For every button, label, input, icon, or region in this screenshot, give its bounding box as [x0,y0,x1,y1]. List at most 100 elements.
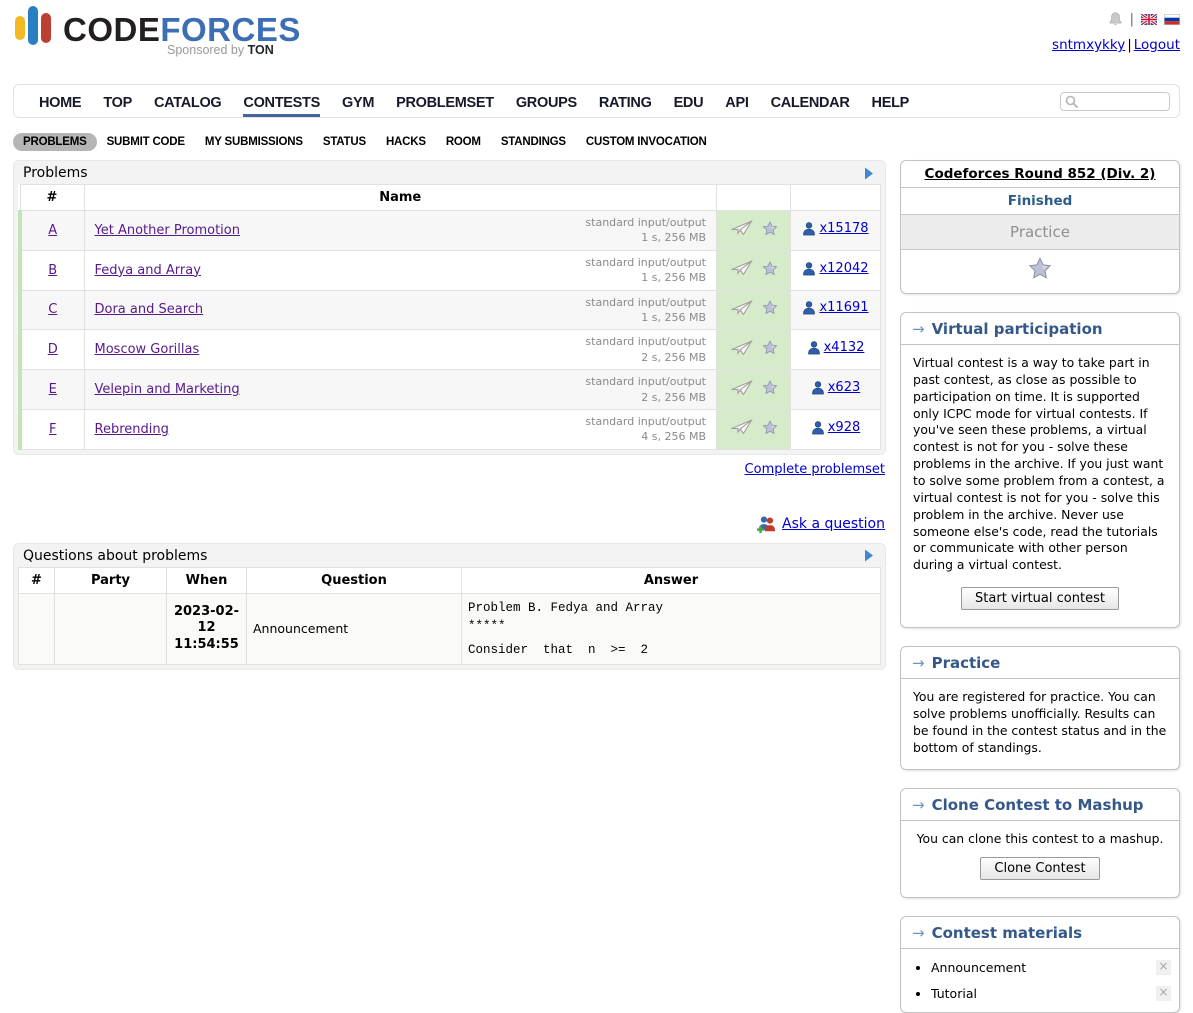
problem-name-link[interactable]: Fedya and Array [95,263,201,278]
solved-count-link[interactable]: x928 [811,420,861,435]
answer-line: ***** [468,617,874,635]
problems-expand-arrow-icon[interactable] [864,167,874,180]
codeforces-logo[interactable]: CODEFORCES Sponsored by TON [15,6,301,57]
start-virtual-contest-button[interactable]: Start virtual contest [961,587,1119,610]
problem-index-cell: B [20,250,84,290]
problems-col-actions [717,185,791,211]
solved-count-link[interactable]: x623 [811,380,861,395]
favorite-star-icon[interactable] [762,221,778,236]
problem-name-link[interactable]: Moscow Gorillas [95,342,200,357]
search-box[interactable] [1060,92,1170,111]
clone-mashup-text: You can clone this contest to a mashup. [917,831,1164,846]
problem-index-link[interactable]: F [49,422,56,437]
problem-row-e: E Velepin and Marketingstandard input/out… [20,370,881,410]
problem-solved-cell: x12042 [791,250,881,290]
site-header: CODEFORCES Sponsored by TON | sntmxykky|… [13,6,1180,80]
problem-index-link[interactable]: B [48,263,57,278]
material-label[interactable]: Tutorial [931,986,977,1001]
nav-item-contests[interactable]: CONTESTS [232,88,331,115]
contest-nav-item-my-submissions[interactable]: MY SUBMISSIONS [195,133,313,151]
favorite-star-icon[interactable] [762,420,778,435]
problem-index-link[interactable]: E [49,382,57,397]
solved-count-link[interactable]: x4132 [807,340,865,355]
solver-person-icon [811,420,825,435]
problem-name-link[interactable]: Velepin and Marketing [95,382,240,397]
close-icon[interactable]: × [1156,960,1171,975]
contest-nav-item-custom-invocation[interactable]: CUSTOM INVOCATION [576,133,717,151]
nav-item-catalog[interactable]: CATALOG [143,88,232,115]
contest-title-link[interactable]: Codeforces Round 852 (Div. 2) [925,166,1156,182]
question-party-cell [55,593,167,664]
contest-nav-item-status[interactable]: STATUS [313,133,376,151]
flag-en-icon[interactable] [1141,14,1157,25]
ask-question-icon [756,515,777,533]
submit-plane-icon[interactable] [730,340,753,356]
clone-contest-button[interactable]: Clone Contest [980,857,1099,880]
nav-item-help[interactable]: HELP [861,88,920,115]
logo-text: CODEFORCES [63,14,301,45]
submit-plane-icon[interactable] [730,380,753,396]
problem-limits: standard input/output4 s, 256 MB [585,414,706,445]
nav-item-calendar[interactable]: CALENDAR [760,88,861,115]
nav-item-rating[interactable]: RATING [588,88,663,115]
nav-item-problemset[interactable]: PROBLEMSET [385,88,505,115]
problem-name-cell: Dora and Search standard input/output1 s,… [84,290,717,330]
contest-nav-item-problems[interactable]: PROBLEMS [13,133,97,151]
questions-col-party: Party [55,567,167,593]
favorite-star-icon[interactable] [762,340,778,355]
favorite-star-icon[interactable] [762,300,778,315]
problem-actions-cell [717,370,791,410]
solved-count-link[interactable]: x15178 [802,221,868,236]
questions-caption: Questions about problems [23,548,207,564]
problem-row-a: AYet Another Promotionstandard input/out… [20,211,881,251]
search-input[interactable] [1079,95,1163,108]
favorite-star-icon[interactable] [1028,257,1052,280]
contest-nav-item-submit-code[interactable]: SUBMIT CODE [97,133,195,151]
favorite-star-icon[interactable] [762,261,778,276]
contest-nav: PROBLEMSSUBMIT CODEMY SUBMISSIONSSTATUSH… [13,133,1180,151]
flag-ru-icon[interactable] [1164,14,1180,25]
nav-item-top[interactable]: TOP [92,88,143,115]
problem-limits: standard input/output1 s, 256 MB [585,295,706,326]
solver-person-icon [802,221,816,236]
problem-index-link[interactable]: A [48,223,57,238]
problem-actions-cell [717,250,791,290]
submit-plane-icon[interactable] [730,220,753,236]
problem-solved-cell: x15178 [791,211,881,251]
solved-count-link[interactable]: x11691 [802,300,868,315]
bell-icon[interactable] [1108,11,1123,27]
complete-problemset-link[interactable]: Complete problemset [745,462,885,477]
solver-person-icon [807,340,821,355]
ask-question-link[interactable]: Ask a question [782,516,885,532]
questions-col-when: When [167,567,247,593]
submit-plane-icon[interactable] [730,300,753,316]
problem-index-link[interactable]: D [48,342,58,357]
problem-name-link[interactable]: Rebrending [95,422,169,437]
logout-link[interactable]: Logout [1134,37,1180,53]
favorite-star-icon[interactable] [762,380,778,395]
submit-plane-icon[interactable] [730,419,753,435]
nav-item-groups[interactable]: GROUPS [505,88,588,115]
solved-count-link[interactable]: x12042 [802,261,868,276]
contest-nav-item-standings[interactable]: STANDINGS [491,133,576,151]
nav-item-gym[interactable]: GYM [331,88,385,115]
questions-expand-arrow-icon[interactable] [864,549,874,562]
virtual-participation-box: → Virtual participation Virtual contest … [900,312,1180,628]
username-link[interactable]: sntmxykky [1052,37,1125,53]
problems-table-box: Problems # Name AYet Another Pr [13,160,886,455]
contest-nav-item-room[interactable]: ROOM [436,133,491,151]
problem-name-link[interactable]: Dora and Search [95,302,204,317]
problem-actions-cell [717,211,791,251]
problem-name-link[interactable]: Yet Another Promotion [95,223,240,238]
problem-index-link[interactable]: C [48,302,57,317]
problem-solved-cell: x4132 [791,330,881,370]
nav-item-home[interactable]: HOME [28,88,92,115]
close-icon[interactable]: × [1156,986,1171,1001]
submit-plane-icon[interactable] [730,260,753,276]
material-label[interactable]: Announcement [931,960,1026,975]
contest-nav-item-hacks[interactable]: HACKS [376,133,436,151]
nav-item-api[interactable]: API [714,88,759,115]
nav-item-edu[interactable]: EDU [663,88,715,115]
problem-name-cell: Velepin and Marketingstandard input/outp… [84,370,717,410]
logo-code: CODE [63,11,160,48]
